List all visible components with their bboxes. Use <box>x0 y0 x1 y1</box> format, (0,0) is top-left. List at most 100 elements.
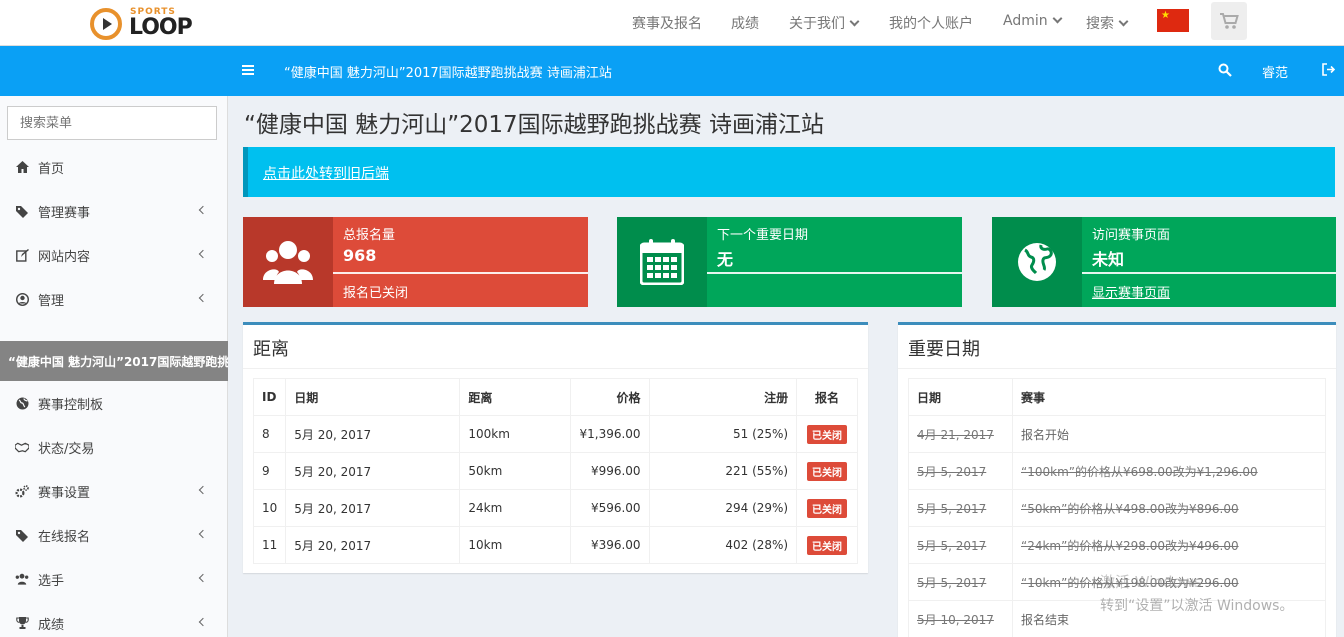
info-box-registrations: 总报名量 968 报名已关闭 <box>243 217 588 307</box>
cart-button[interactable] <box>1211 2 1247 40</box>
sidebar-item-label: 状态/交易 <box>38 441 95 457</box>
event-header-bar: “健康中国 魅力河山”2017国际越野跑挑战赛 诗画浦江站 睿范 <box>0 46 1344 96</box>
info-box-value: 无 <box>717 250 734 269</box>
nav-about-us-label: 关于我们 <box>789 16 845 32</box>
cell-date: 5月 20, 2017 <box>285 415 461 453</box>
chevron-left-icon <box>198 485 208 495</box>
table-row[interactable]: 10 5月 20, 2017 24km ¥596.00 294 (29%) 已关… <box>252 489 858 527</box>
col-date: 日期 <box>908 378 1013 416</box>
table-row[interactable]: 11 5月 20, 2017 10km ¥396.00 402 (28%) 已关… <box>252 526 858 564</box>
cell-registered: 402 (28%) <box>648 526 798 564</box>
sidebar-item-online-registration[interactable]: 在线报名 <box>0 513 228 557</box>
sidebar-item-label: 管理 <box>38 293 65 309</box>
cell-price: ¥396.00 <box>570 526 650 564</box>
china-flag-icon[interactable]: ★ <box>1157 9 1189 32</box>
sidebar-item-participants[interactable]: 选手 <box>0 557 228 601</box>
calendar-icon <box>617 217 707 307</box>
info-box-value: 未知 <box>1092 250 1125 269</box>
cell-event: 报名开始 <box>1012 415 1326 453</box>
table-row: 4月 21, 2017 报名开始 <box>908 415 1326 453</box>
search-icon[interactable] <box>1218 63 1232 81</box>
menu-toggle-icon[interactable] <box>242 65 254 75</box>
nav-admin[interactable]: Admin <box>1003 13 1063 29</box>
trophy-icon <box>15 616 29 630</box>
sidebar-item-label: 管理赛事 <box>38 205 91 221</box>
cell-distance: 50km <box>459 452 572 490</box>
globe-icon <box>15 396 29 410</box>
nav-results[interactable]: 成绩 <box>731 13 759 33</box>
cell-date: 4月 21, 2017 <box>908 415 1013 453</box>
page-title: “健康中国 魅力河山”2017国际越野跑挑战赛 诗画浦江站 <box>244 112 824 138</box>
old-backend-link[interactable]: 点击此处转到旧后端 <box>263 166 389 182</box>
nav-admin-label: Admin <box>1003 13 1048 29</box>
cell-registered: 51 (25%) <box>648 415 798 453</box>
user-name[interactable]: 睿范 <box>1262 62 1288 81</box>
cell-event: “100km”的价格从¥698.00改为¥1,296.00 <box>1012 452 1326 490</box>
users-icon <box>15 572 29 586</box>
table-row[interactable]: 8 5月 20, 2017 100km ¥1,396.00 51 (25%) 已… <box>252 415 858 453</box>
sidebar-search-input[interactable] <box>7 106 217 140</box>
info-box-progress <box>1082 272 1336 274</box>
chevron-left-icon <box>198 205 208 215</box>
info-box-progress <box>333 272 588 274</box>
distances-card-title: 距离 <box>253 339 289 360</box>
sportsloop-logo[interactable]: SPORTS LOOP <box>88 6 198 42</box>
sidebar-item-admin[interactable]: 管理 <box>0 277 228 321</box>
chevron-down-icon <box>1052 13 1063 24</box>
sign-out-icon[interactable] <box>1322 63 1336 80</box>
cell-registered: 221 (55%) <box>648 452 798 490</box>
tags-icon <box>15 204 29 218</box>
cell-date: 5月 20, 2017 <box>285 526 461 564</box>
cell-status: 已关闭 <box>796 489 858 527</box>
handshake-icon <box>15 440 29 454</box>
sidebar-item-label: 首页 <box>38 161 65 177</box>
cell-distance: 24km <box>459 489 572 527</box>
nav-search[interactable]: 搜索 <box>1086 13 1129 33</box>
cell-event: “24km”的价格从¥298.00改为¥496.00 <box>1012 526 1326 564</box>
col-registered: 注册 <box>648 378 798 416</box>
windows-activation-watermark-title: 激活 Windows <box>1100 573 1202 591</box>
show-event-page-link[interactable]: 显示赛事页面 <box>1092 282 1170 301</box>
distances-table: ID 日期 距离 价格 注册 报名 8 5月 20, 2017 100km ¥1… <box>252 378 858 564</box>
sidebar-item-event-settings[interactable]: 赛事设置 <box>0 469 228 513</box>
cell-price: ¥1,396.00 <box>570 415 650 453</box>
nav-about-us[interactable]: 关于我们 <box>789 13 860 33</box>
chevron-left-icon <box>198 249 208 259</box>
chevron-left-icon <box>198 293 208 303</box>
sidebar-item-label: 成绩 <box>38 617 65 633</box>
cell-date: 5月 20, 2017 <box>285 489 461 527</box>
user-circle-icon <box>15 292 29 306</box>
event-header-title[interactable]: “健康中国 魅力河山”2017国际越野跑挑战赛 诗画浦江站 <box>284 62 612 81</box>
info-box-value: 968 <box>343 246 377 265</box>
sidebar-item-site-content[interactable]: 网站内容 <box>0 233 228 277</box>
sidebar: 首页 管理赛事 网站内容 管理 “健康中国 魅力河山”2017国际越野跑挑战赛 … <box>0 96 228 637</box>
cell-date: 5月 5, 2017 <box>908 563 1013 601</box>
edit-icon <box>15 248 29 262</box>
windows-activation-watermark-text: 转到“设置”以激活 Windows。 <box>1100 598 1294 614</box>
cell-id: 8 <box>252 415 287 453</box>
cell-status: 已关闭 <box>796 452 858 490</box>
sidebar-item-results[interactable]: 成绩 <box>0 601 228 637</box>
cell-date: 5月 20, 2017 <box>285 452 461 490</box>
chevron-left-icon <box>198 573 208 583</box>
sidebar-item-event-dashboard[interactable]: 赛事控制板 <box>0 381 228 425</box>
sidebar-item-manage-events[interactable]: 管理赛事 <box>0 189 228 233</box>
col-registration: 报名 <box>796 378 858 416</box>
cart-icon <box>1220 13 1239 29</box>
col-distance: 距离 <box>459 378 572 416</box>
cell-date: 5月 5, 2017 <box>908 489 1013 527</box>
home-icon <box>15 160 29 174</box>
table-row[interactable]: 9 5月 20, 2017 50km ¥996.00 221 (55%) 已关闭 <box>252 452 858 490</box>
nav-events-registration[interactable]: 赛事及报名 <box>632 13 702 33</box>
sidebar-item-home[interactable]: 首页 <box>0 145 228 189</box>
cell-distance: 10km <box>459 526 572 564</box>
cell-date: 5月 10, 2017 <box>908 600 1013 637</box>
cell-date: 5月 5, 2017 <box>908 452 1013 490</box>
top-navbar: SPORTS LOOP 赛事及报名 成绩 关于我们 我的个人账户 Admin 搜… <box>0 0 1344 46</box>
nav-my-account[interactable]: 我的个人账户 <box>889 13 973 33</box>
info-box-progress <box>707 272 962 274</box>
cell-id: 10 <box>252 489 287 527</box>
chevron-down-icon <box>849 16 860 27</box>
logo-text-bottom: LOOP <box>129 15 193 40</box>
sidebar-item-status-transactions[interactable]: 状态/交易 <box>0 425 228 469</box>
